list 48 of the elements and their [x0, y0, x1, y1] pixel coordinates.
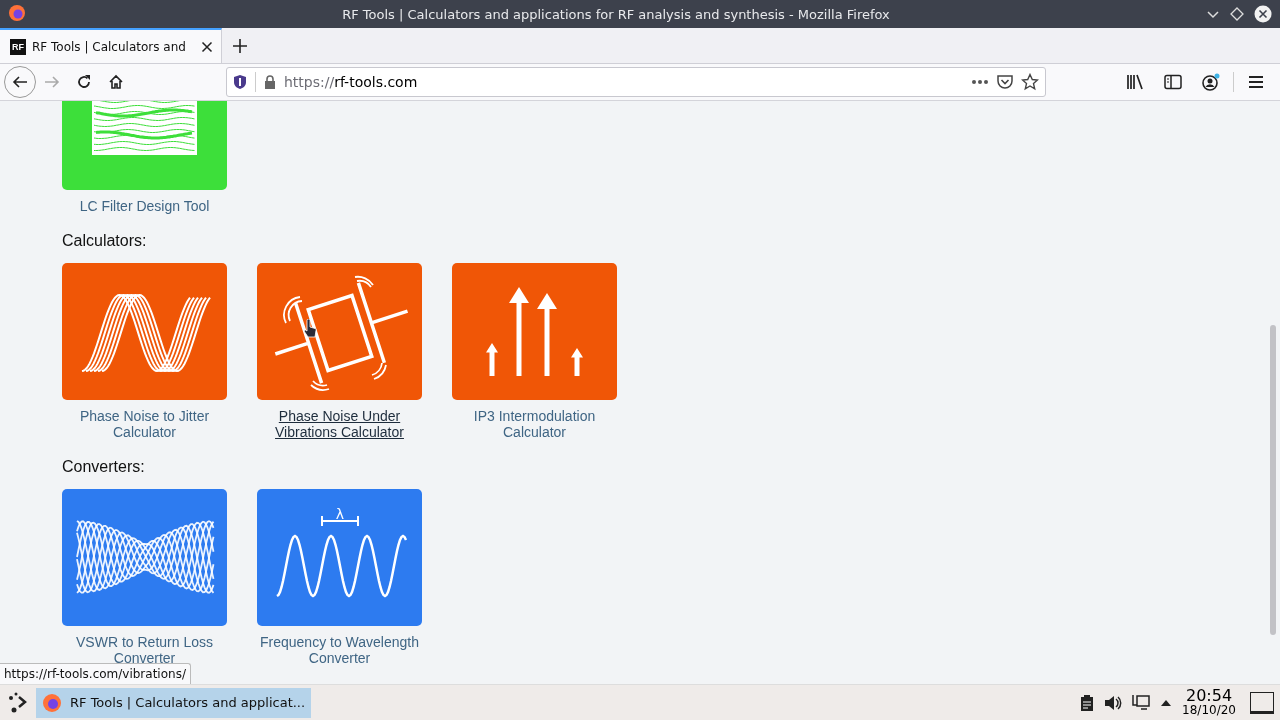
tool-card[interactable] [257, 263, 422, 400]
reload-icon[interactable] [76, 74, 92, 90]
maximize-icon[interactable] [1230, 7, 1244, 21]
tool-link[interactable]: LC Filter Design Tool [62, 198, 227, 214]
tool-card[interactable] [452, 263, 617, 400]
tool-card[interactable] [62, 263, 227, 400]
tab-title: RF Tools | Calculators and [32, 39, 187, 54]
home-icon[interactable] [108, 74, 124, 90]
shield-icon[interactable] [233, 74, 247, 90]
site-favicon: RF [10, 38, 26, 55]
tool-link[interactable]: VSWR to Return Loss Converter [62, 634, 227, 666]
clock-time: 20:54 [1186, 688, 1233, 703]
menu-icon[interactable] [1248, 75, 1264, 89]
show-desktop-button[interactable] [1250, 691, 1274, 714]
lock-icon [264, 75, 276, 89]
scrollbar-thumb[interactable] [1270, 325, 1276, 635]
firefox-logo-icon [8, 3, 26, 22]
tool-link[interactable]: Phase Noise to Jitter Calculator [62, 408, 227, 440]
section-heading: Converters: [62, 457, 146, 477]
library-icon[interactable] [1126, 74, 1144, 90]
address-bar[interactable]: https://rf-tools.com [226, 67, 1046, 97]
back-arrow-icon[interactable] [12, 74, 28, 90]
close-icon[interactable] [1254, 5, 1272, 23]
more-icon[interactable] [971, 79, 989, 85]
star-icon[interactable] [1021, 73, 1039, 91]
clipboard-icon[interactable] [1080, 693, 1095, 712]
clock-date: 18/10/20 [1182, 702, 1236, 717]
tool-link[interactable]: IP3 Intermodulation Calculator [452, 408, 617, 440]
tool-link[interactable]: Frequency to Wavelength Converter [257, 634, 422, 666]
close-tab-icon[interactable] [201, 40, 213, 53]
browser-tab[interactable]: RF RF Tools | Calculators and [0, 28, 222, 63]
new-tab-icon[interactable] [233, 38, 247, 53]
firefox-logo-icon [42, 692, 62, 713]
section-heading: Calculators: [62, 231, 148, 251]
account-icon[interactable] [1201, 73, 1221, 91]
lambda-symbol: λ [335, 506, 345, 522]
network-icon[interactable] [1132, 693, 1151, 712]
sidebar-icon[interactable] [1164, 74, 1182, 90]
tray-expand-icon[interactable] [1160, 698, 1173, 707]
pointer-cursor-icon [303, 319, 317, 339]
volume-icon[interactable] [1104, 694, 1123, 711]
url-text: https://rf-tools.com [284, 74, 419, 90]
tool-link[interactable]: Phase Noise Under Vibrations Calculator [257, 408, 422, 440]
window-title: RF Tools | Calculators and applications for RF analysis and synthesis - Mozilla Firefox [341, 6, 891, 22]
taskbar-task[interactable]: RF Tools | Calculators and applicat... [36, 687, 312, 718]
pocket-icon[interactable] [997, 74, 1013, 90]
tool-card[interactable]: λ [257, 489, 422, 626]
tool-card[interactable] [62, 489, 227, 626]
